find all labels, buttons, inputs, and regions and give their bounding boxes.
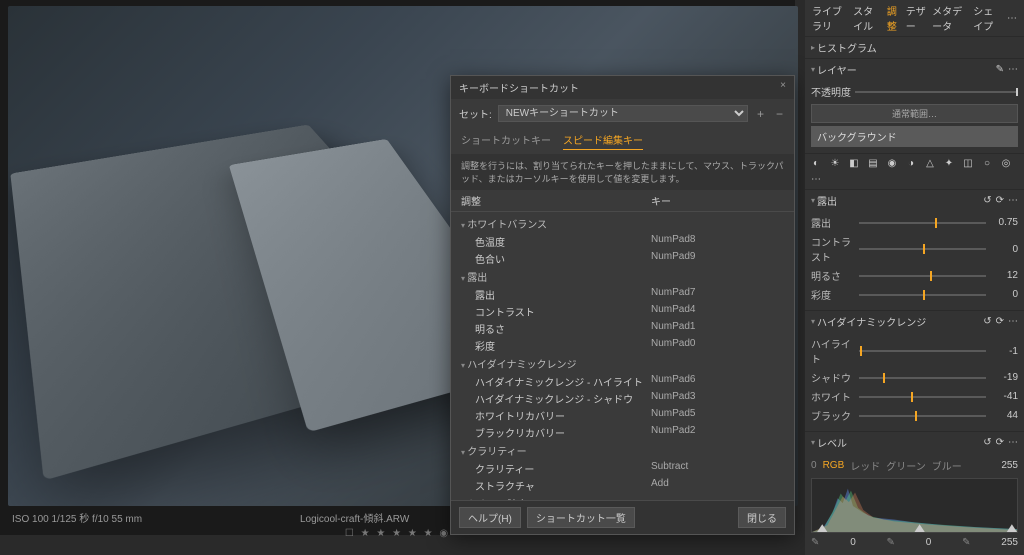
adjust-tool-icons: ◐ ☀ ◧ ▤ ◉ ◑ △ ✦ ◫ ○ ◎ ⋯ <box>805 154 1024 189</box>
gray-picker-icon[interactable]: ✎ <box>887 537 895 548</box>
levels-icon[interactable]: ▤ <box>866 158 880 169</box>
group-header[interactable]: ホワイトバランス <box>451 214 794 233</box>
more-icon[interactable]: ⋯ <box>1008 195 1018 206</box>
histogram-header[interactable]: ヒストグラム <box>805 37 1024 58</box>
shortcut-row[interactable]: ハイダイナミックレンジ - ハイライトNumPad6 <box>451 373 794 390</box>
shortcut-row[interactable]: ブラックリカバリーNumPad2 <box>451 424 794 441</box>
remove-set-button[interactable]: − <box>773 107 786 121</box>
tab-speed-edit[interactable]: スピード編集キー <box>563 132 643 150</box>
filename-label: Logicool-craft-傾斜.ARW <box>300 510 409 525</box>
levels-tab-blue[interactable]: ブルー <box>932 458 962 473</box>
tab-library[interactable]: ライブラリ <box>811 3 850 33</box>
slider-ハイライト[interactable]: ハイライト-1 <box>811 334 1018 368</box>
slider-コントラスト[interactable]: コントラスト0 <box>811 232 1018 266</box>
shortcut-list[interactable]: ホワイトバランス色温度NumPad8色合いNumPad9露出露出NumPad7コ… <box>451 212 794 500</box>
levels-header[interactable]: レベル ↺⟳⋯ <box>805 432 1024 453</box>
more-icon[interactable]: ⋯ <box>1008 437 1018 448</box>
tab-metadata[interactable]: メタデータ <box>931 3 970 33</box>
close-button[interactable]: 閉じる <box>738 507 786 528</box>
levels-hi[interactable]: 255 <box>1001 537 1018 548</box>
levels-mid[interactable]: 0 <box>926 537 932 548</box>
tab-shape[interactable]: シェイプ <box>972 3 1004 33</box>
shortcut-row[interactable]: ホワイトリカバリーNumPad5 <box>451 407 794 424</box>
tool-tabs: ライブラリ スタイル 調整 テザー メタデータ シェイプ ⋯ <box>805 0 1024 36</box>
add-set-button[interactable]: + <box>754 107 767 121</box>
auto-icon[interactable]: ↺ <box>983 437 991 448</box>
col-key: キー <box>651 193 671 208</box>
color-icon[interactable]: ◉ <box>885 158 899 169</box>
slider-シャドウ[interactable]: シャドウ-19 <box>811 368 1018 387</box>
wb-icon[interactable]: ◐ <box>809 158 823 169</box>
levels-tab-rgb[interactable]: RGB <box>823 460 845 471</box>
group-header[interactable]: クラリティー <box>451 441 794 460</box>
slider-ブラック[interactable]: ブラック44 <box>811 406 1018 425</box>
shortcut-list-button[interactable]: ショートカット一覧 <box>527 507 635 528</box>
slider-明るさ[interactable]: 明るさ12 <box>811 266 1018 285</box>
shortcut-row[interactable]: クラリティーSubtract <box>451 460 794 477</box>
set-label: セット: <box>459 106 492 121</box>
white-picker-icon[interactable]: ✎ <box>962 537 970 548</box>
exposure-header[interactable]: 露出 ↺⟳⋯ <box>805 190 1024 211</box>
levels-num-lo: 0 <box>811 460 817 471</box>
col-adjust: 調整 <box>461 193 651 208</box>
keyboard-shortcuts-dialog: キーボードショートカット × セット: NEWキーショートカット + − ショー… <box>450 75 795 535</box>
dialog-title: キーボードショートカット <box>459 80 579 95</box>
tab-tether[interactable]: テザー <box>905 3 929 33</box>
shortcut-row[interactable]: コントラストNumPad4 <box>451 303 794 320</box>
slider-露出[interactable]: 露出0.75 <box>811 213 1018 232</box>
levels-tab-red[interactable]: レッド <box>850 458 880 473</box>
levels-num-hi: 255 <box>1001 460 1018 471</box>
help-button[interactable]: ヘルプ(H) <box>459 507 521 528</box>
crop-icon[interactable]: ◫ <box>961 158 975 169</box>
exposure-icon[interactable]: ☀ <box>828 158 842 169</box>
layer-tool-icon[interactable]: ✎ <box>996 64 1004 75</box>
nr-icon[interactable]: ✦ <box>942 158 956 169</box>
layer-more-icon[interactable]: ⋯ <box>1008 64 1018 75</box>
layer-background[interactable]: バックグラウンド <box>811 126 1018 147</box>
shortcut-row[interactable]: 色温度NumPad8 <box>451 233 794 250</box>
opacity-label: 不透明度 <box>811 84 851 99</box>
slider-彩度[interactable]: 彩度0 <box>811 285 1018 304</box>
more-icon[interactable]: ⋯ <box>1006 13 1018 24</box>
lens-icon[interactable]: ○ <box>980 158 994 169</box>
exif-readout: ISO 100 1/125 秒 f/10 55 mm <box>12 510 142 525</box>
reset-icon[interactable]: ⟳ <box>996 316 1004 327</box>
group-header[interactable]: 露出 <box>451 267 794 286</box>
bw-icon[interactable]: ◑ <box>904 158 918 169</box>
right-panel: ライブラリ スタイル 調整 テザー メタデータ シェイプ ⋯ ヒストグラム レイ… <box>805 0 1024 555</box>
sharpen-icon[interactable]: △ <box>923 158 937 169</box>
close-icon[interactable]: × <box>780 80 786 95</box>
black-picker-icon[interactable]: ✎ <box>811 537 819 548</box>
reset-icon[interactable]: ⟳ <box>996 437 1004 448</box>
shortcut-row[interactable]: 露出NumPad7 <box>451 286 794 303</box>
shortcut-row[interactable]: 色合いNumPad9 <box>451 250 794 267</box>
shortcut-row[interactable]: 明るさNumPad1 <box>451 320 794 337</box>
reset-icon[interactable]: ⟳ <box>996 195 1004 206</box>
group-header[interactable]: ハイダイナミックレンジ <box>451 354 794 373</box>
shortcut-row[interactable]: ハイダイナミックレンジ - シャドウNumPad3 <box>451 390 794 407</box>
hdr-icon[interactable]: ◧ <box>847 158 861 169</box>
levels-histogram[interactable] <box>811 478 1018 533</box>
auto-icon[interactable]: ↺ <box>983 316 991 327</box>
auto-icon[interactable]: ↺ <box>983 195 991 206</box>
levels-tab-green[interactable]: グリーン <box>886 458 926 473</box>
blend-mode-button[interactable]: 通常範囲… <box>811 104 1018 123</box>
rating-bar[interactable]: ☐ ★ ★ ★ ★ ★ ◉ <box>345 528 450 539</box>
tab-adjust[interactable]: 調整 <box>886 3 903 33</box>
layers-header[interactable]: レイヤー ✎⋯ <box>805 59 1024 80</box>
more-tools-icon[interactable]: ⋯ <box>809 174 823 185</box>
shortcut-row[interactable]: 彩度NumPad0 <box>451 337 794 354</box>
vignette-icon[interactable]: ◎ <box>999 158 1013 169</box>
opacity-slider[interactable] <box>855 91 1018 93</box>
slider-ホワイト[interactable]: ホワイト-41 <box>811 387 1018 406</box>
tab-style[interactable]: スタイル <box>852 3 884 33</box>
levels-lo[interactable]: 0 <box>850 537 856 548</box>
shortcut-row[interactable]: ストラクチャAdd <box>451 477 794 494</box>
shortcut-set-select[interactable]: NEWキーショートカット <box>498 105 748 122</box>
more-icon[interactable]: ⋯ <box>1008 316 1018 327</box>
tab-shortcuts[interactable]: ショートカットキー <box>461 132 551 150</box>
hdr-header[interactable]: ハイダイナミックレンジ ↺⟳⋯ <box>805 311 1024 332</box>
dialog-hint: 調整を行うには、割り当てられたキーを押したままにして、マウス、トラックパッド、ま… <box>451 154 794 190</box>
